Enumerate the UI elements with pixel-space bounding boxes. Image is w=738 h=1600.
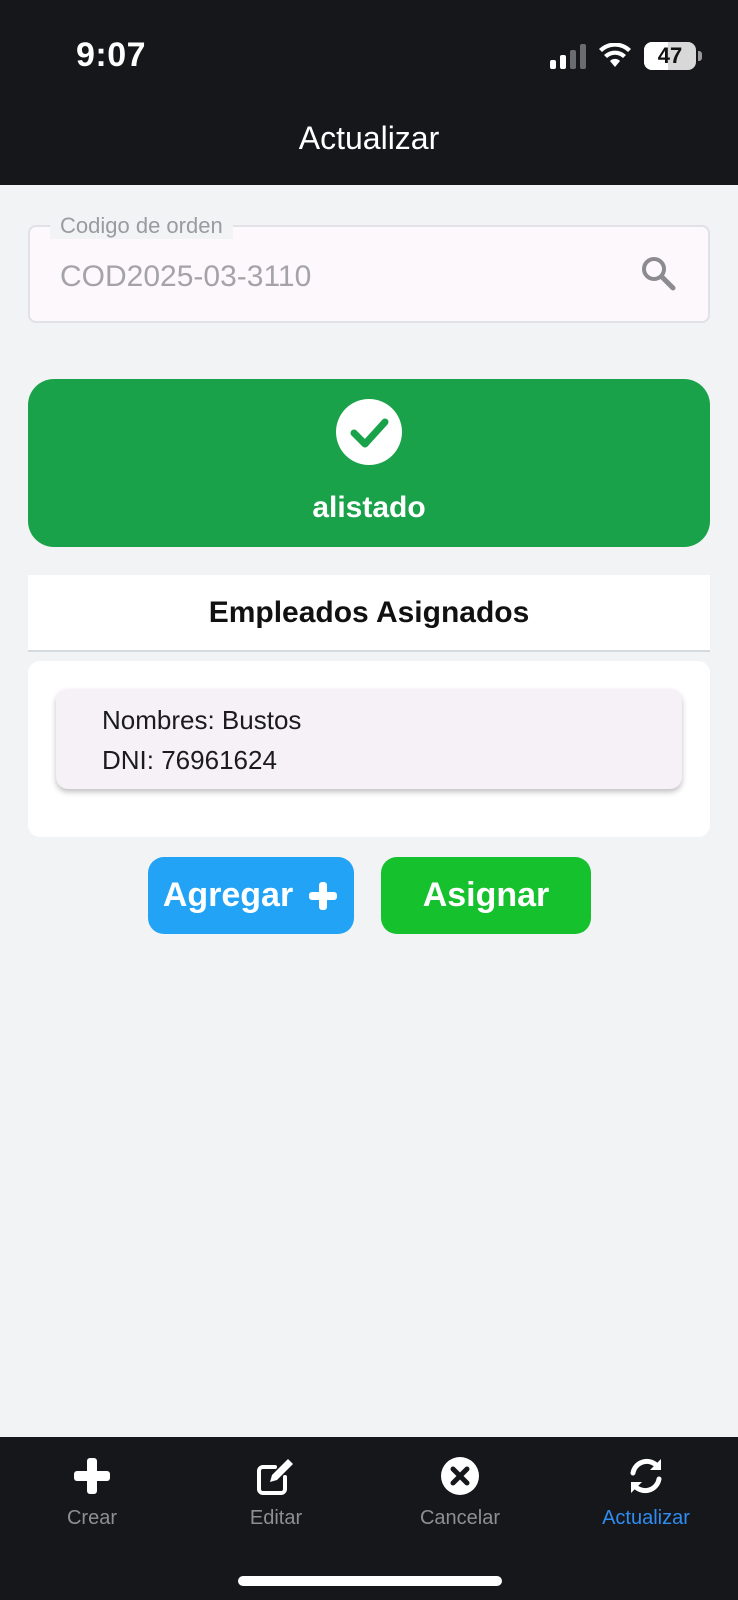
employee-dni: DNI: 76961624 xyxy=(102,745,277,775)
plus-icon xyxy=(309,881,338,910)
check-circle-icon xyxy=(336,399,402,465)
wifi-icon xyxy=(599,43,631,67)
battery-icon: 47 xyxy=(644,42,696,70)
tab-label: Crear xyxy=(66,1507,117,1529)
top-bar: 9:07 47 Actualizar xyxy=(0,0,738,185)
status-time: 9:07 xyxy=(76,36,147,74)
order-code-input[interactable] xyxy=(60,257,600,297)
plus-icon xyxy=(74,1458,110,1494)
page-title: Actualizar xyxy=(298,120,440,156)
employee-name: Nombres: Bustos xyxy=(102,705,302,735)
employee-card[interactable]: Nombres: Bustos DNI: 76961624 xyxy=(56,689,682,789)
tab-label: Cancelar xyxy=(419,1507,501,1529)
status-icons: 47 xyxy=(550,42,702,70)
tab-cancelar[interactable]: Cancelar xyxy=(368,1455,552,1545)
tab-crear[interactable]: Crear xyxy=(0,1455,184,1545)
refresh-icon xyxy=(630,1458,662,1494)
battery-level: 47 xyxy=(657,43,683,68)
order-code-label: Codigo de orden xyxy=(50,213,233,239)
signal-icon xyxy=(550,43,586,69)
assign-button[interactable]: Asignar xyxy=(381,857,591,934)
cancel-circle-icon xyxy=(441,1457,479,1495)
employees-panel: Nombres: Bustos DNI: 76961624 xyxy=(28,661,710,837)
add-employee-button[interactable]: Agregar xyxy=(148,857,354,934)
tab-label: Actualizar xyxy=(602,1507,690,1529)
search-icon[interactable] xyxy=(638,253,678,293)
screen: 9:07 47 Actualizar Codigo de orden COD20… xyxy=(0,0,738,1600)
tab-actualizar[interactable]: Actualizar xyxy=(554,1455,738,1545)
order-code-field[interactable]: Codigo de orden xyxy=(28,213,710,323)
tab-label: Editar xyxy=(249,1507,303,1529)
order-status-card: alistado xyxy=(28,379,710,547)
edit-icon xyxy=(257,1459,293,1495)
employees-section-title: Empleados Asignados xyxy=(28,575,710,652)
add-button-label: Agregar xyxy=(162,876,294,914)
tab-editar[interactable]: Editar xyxy=(184,1455,368,1545)
home-indicator xyxy=(238,1576,502,1586)
order-status-text: alistado xyxy=(312,491,426,524)
